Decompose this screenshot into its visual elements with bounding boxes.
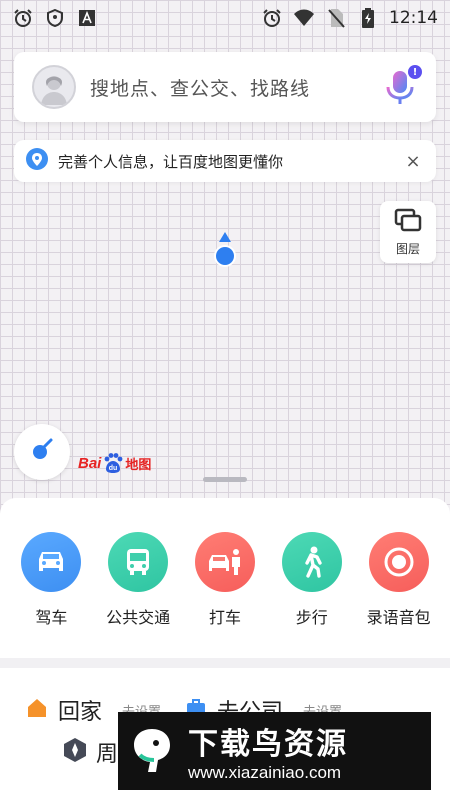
profile-notice[interactable]: 完善个人信息，让百度地图更懂你 ×	[14, 140, 436, 182]
layer-label: 图层	[395, 241, 420, 256]
font-a-icon	[76, 7, 98, 29]
record-icon	[384, 547, 414, 577]
taxi-icon	[208, 549, 240, 575]
paw-icon: du	[102, 452, 124, 474]
compass-icon	[29, 437, 55, 467]
logo-du: du	[109, 465, 118, 472]
bus-icon	[127, 549, 150, 575]
nearby-text: 周	[96, 742, 119, 767]
layers-icon	[394, 208, 422, 236]
locate-button[interactable]	[14, 424, 70, 480]
mic-badge: !	[408, 65, 422, 79]
nearby-row[interactable]: 周	[62, 736, 118, 768]
taxi-button[interactable]	[194, 532, 255, 592]
search-bar[interactable]: 搜地点、查公交、找路线 !	[14, 52, 436, 122]
nav-item-record[interactable]: 录语音包	[357, 532, 441, 628]
home-icon	[26, 697, 48, 723]
nav-label-taxi: 打车	[208, 608, 241, 627]
avatar[interactable]	[32, 65, 76, 109]
current-location-marker	[209, 232, 241, 268]
battery-charging-icon	[357, 7, 379, 29]
transit-button[interactable]	[108, 532, 169, 592]
watermark-title: 下载鸟资源	[188, 727, 348, 762]
nav-item-taxi[interactable]: 打车	[183, 532, 267, 628]
nav-item-drive[interactable]: 驾车	[9, 532, 93, 628]
nav-row: 驾车 公共交通 打车 步行 录语音包	[0, 532, 450, 628]
close-icon[interactable]: ×	[402, 151, 424, 172]
watermark-url: www.xiazainiao.com	[188, 763, 342, 782]
no-sim-icon	[325, 7, 347, 29]
location-pin-icon	[26, 148, 48, 174]
nav-item-walk[interactable]: 步行	[270, 532, 354, 628]
walk-icon	[305, 546, 322, 578]
record-voice-button[interactable]	[368, 532, 429, 592]
alarm-icon	[261, 7, 283, 29]
status-time: 12:14	[389, 8, 438, 28]
logo-bai: Bai	[78, 454, 102, 472]
search-placeholder[interactable]: 搜地点、查公交、找路线	[90, 74, 310, 101]
wifi-icon	[293, 7, 315, 29]
logo-map-text: 地图	[125, 457, 152, 473]
baidu-map-logo: Bai du 地图	[78, 452, 151, 474]
walk-button[interactable]	[281, 532, 342, 592]
notice-text: 完善个人信息，让百度地图更懂你	[58, 152, 284, 171]
home-title: 回家	[58, 700, 103, 725]
nav-label-transit: 公共交通	[106, 608, 171, 627]
drive-button[interactable]	[21, 532, 82, 592]
panel-drag-handle[interactable]	[203, 477, 247, 482]
route-panel: 驾车 公共交通 打车 步行 录语音包	[0, 498, 450, 658]
compass-rose-icon	[62, 737, 88, 767]
watermark: 下载鸟资源 www.xiazainiao.com	[118, 712, 431, 790]
layer-button[interactable]: 图层	[380, 201, 436, 263]
nav-label-walk: 步行	[295, 608, 328, 627]
shield-icon	[44, 7, 66, 29]
bird-logo-icon	[126, 725, 178, 777]
status-bar: 12:14	[0, 0, 450, 36]
car-icon	[39, 552, 64, 571]
nav-label-record: 录语音包	[366, 608, 431, 627]
alarm-icon	[12, 7, 34, 29]
nav-label-drive: 驾车	[35, 608, 68, 627]
nav-item-transit[interactable]: 公共交通	[96, 532, 180, 628]
voice-search-button[interactable]: !	[382, 65, 422, 109]
